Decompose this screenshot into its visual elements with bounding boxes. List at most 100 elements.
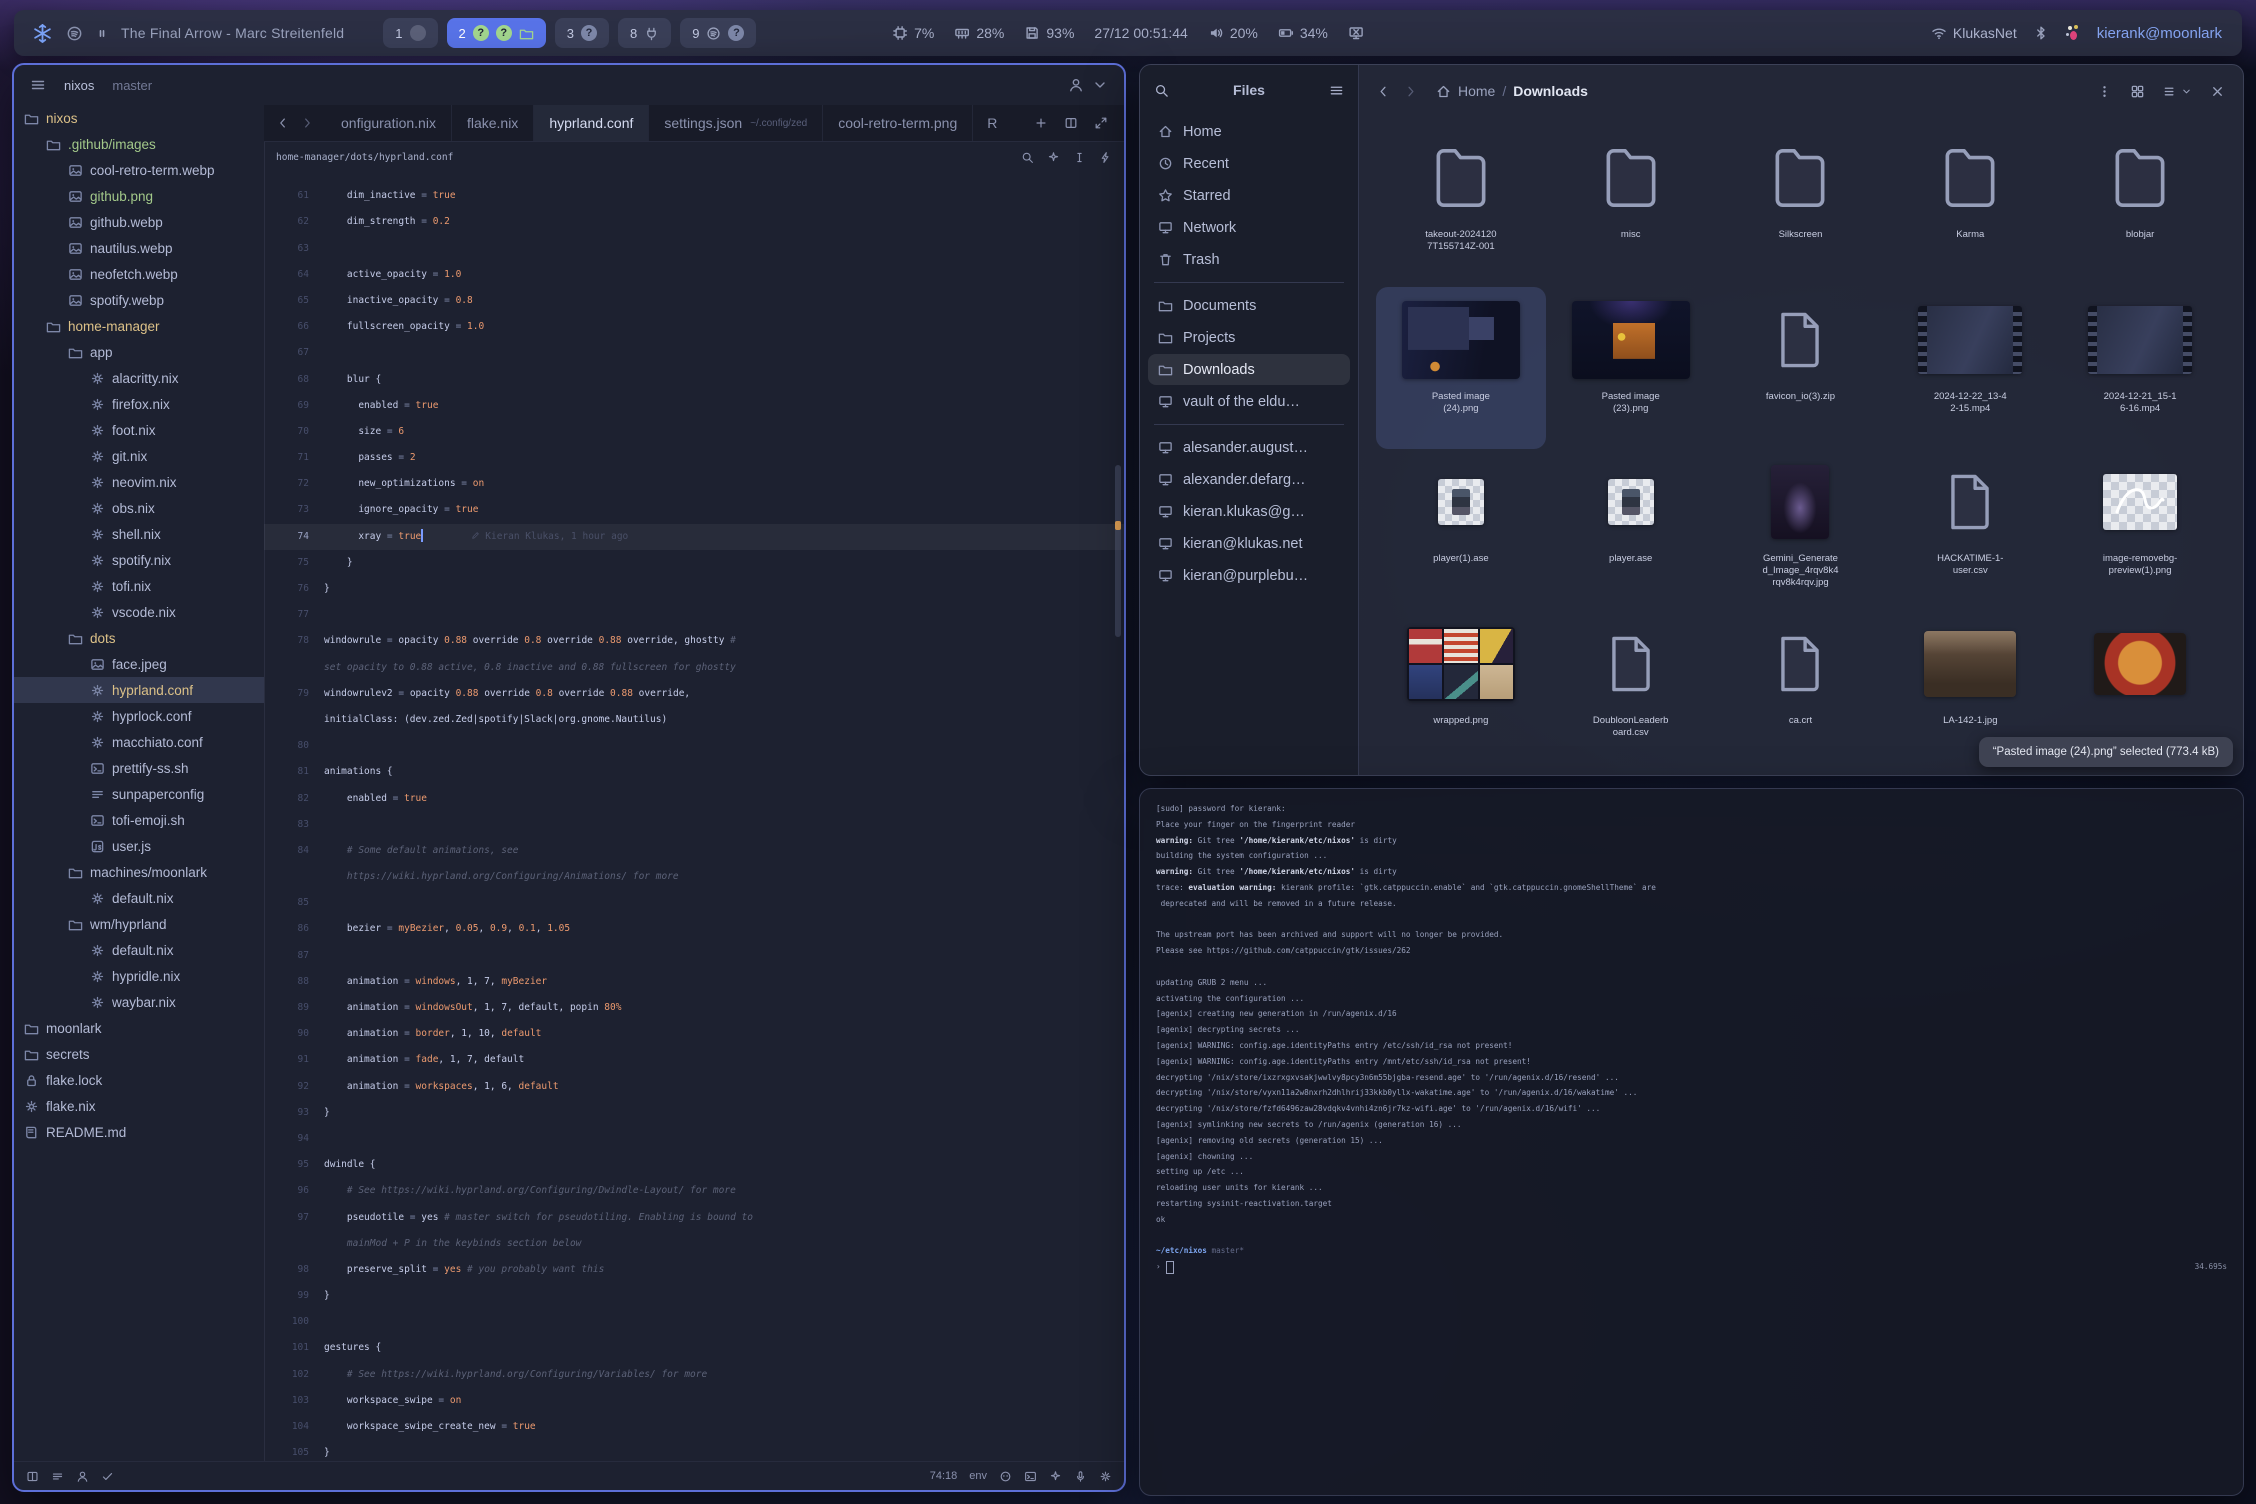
tree-item-readme-md[interactable]: README.md (14, 1119, 264, 1145)
sidebar-item-projects[interactable]: Projects (1148, 322, 1350, 353)
code-line-101[interactable]: 101gestures { (264, 1335, 1124, 1361)
code-line-81[interactable]: 81animations { (264, 759, 1124, 785)
code-line-89[interactable]: 89 animation = windowsOut, 1, 7, default… (264, 995, 1124, 1021)
tree-item-default-nix[interactable]: default.nix (14, 885, 264, 911)
code-line-67[interactable]: 67 (264, 340, 1124, 366)
tab-hyprland-conf[interactable]: hyprland.conf (534, 105, 649, 141)
chevron-down-icon[interactable] (1092, 77, 1108, 93)
tree-item-machines-moonlark[interactable]: machines/moonlark (14, 859, 264, 885)
tree-item-app[interactable]: app (14, 339, 264, 365)
file-item-misc[interactable]: misc (1546, 125, 1716, 287)
sidebar-item-vault-of-the-eldu-[interactable]: vault of the eldu… (1148, 386, 1350, 417)
assistant-icon[interactable] (1047, 151, 1060, 164)
code-line-62[interactable]: 62 dim_strength = 0.2 (264, 209, 1124, 235)
tree-item-tofi-nix[interactable]: tofi.nix (14, 573, 264, 599)
file-item-doubloonleaderb-oard-csv[interactable]: DoubloonLeaderb oard.csv (1546, 611, 1716, 773)
ibeam-icon[interactable] (1073, 151, 1086, 164)
tree-item-foot-nix[interactable]: foot.nix (14, 417, 264, 443)
code-line-98[interactable]: 98 preserve_split = yes # you probably w… (264, 1257, 1124, 1283)
code-editor[interactable]: 6061 dim_inactive = true62 dim_strength … (264, 173, 1124, 1462)
terminal-panel-icon[interactable] (1024, 1470, 1037, 1483)
tree-item-moonlark[interactable]: moonlark (14, 1015, 264, 1041)
sidebar-item-recent[interactable]: Recent (1148, 148, 1350, 179)
workspace-8[interactable]: 8 (618, 18, 671, 48)
sidebar-item-trash[interactable]: Trash (1148, 244, 1350, 275)
code-line-93[interactable]: 93} (264, 1100, 1124, 1126)
outline-panel-icon[interactable] (51, 1470, 64, 1483)
code-line-99[interactable]: 99} (264, 1283, 1124, 1309)
file-item-takeout-2024120-7t155714z-001[interactable]: takeout-2024120 7T155714Z-001 (1376, 125, 1546, 287)
menu-icon[interactable] (30, 77, 46, 93)
sidebar-item-kieran-purplebu-[interactable]: kieran@purplebu… (1148, 560, 1350, 591)
tree-item-dots[interactable]: dots (14, 625, 264, 651)
code-line-80[interactable]: 80 (264, 733, 1124, 759)
file-item-karma[interactable]: Karma (1885, 125, 2055, 287)
project-panel-toggle-icon[interactable] (26, 1470, 39, 1483)
env-label[interactable]: env (969, 1470, 987, 1482)
tab-settings-json[interactable]: settings.json~/.config/zed (649, 105, 823, 141)
mic-icon[interactable] (1074, 1470, 1087, 1483)
tree-item-flake-lock[interactable]: flake.lock (14, 1067, 264, 1093)
zoom-pane-icon[interactable] (1094, 116, 1108, 130)
file-item-pasted-image-24-png[interactable]: Pasted image (24).png (1376, 287, 1546, 449)
code-line-79[interactable]: 79windowrulev2 = opacity 0.88 override 0… (264, 681, 1124, 707)
volume-stat[interactable]: 20% (1208, 25, 1258, 41)
code-line-60[interactable]: 60 (264, 173, 1124, 183)
tree-item-waybar-nix[interactable]: waybar.nix (14, 989, 264, 1015)
tab-onfiguration-nix[interactable]: onfiguration.nix (326, 105, 452, 141)
tree-item-obs-nix[interactable]: obs.nix (14, 495, 264, 521)
code-line-97[interactable]: 97 pseudotile = yes # master switch for … (264, 1205, 1124, 1231)
tree-item-cool-retro-term-webp[interactable]: cool-retro-term.webp (14, 157, 264, 183)
code-line-76[interactable]: 76} (264, 576, 1124, 602)
code-line-82[interactable]: 82 enabled = true (264, 786, 1124, 812)
code-line-87[interactable]: 87 (264, 943, 1124, 969)
code-line-65[interactable]: 65 inactive_opacity = 0.8 (264, 288, 1124, 314)
pause-icon[interactable] (96, 27, 108, 40)
file-item-2024-12-22-13-4-2-15-mp4[interactable]: 2024-12-22_13-4 2-15.mp4 (1885, 287, 2055, 449)
tree-item-flake-nix[interactable]: flake.nix (14, 1093, 264, 1119)
code-line-91[interactable]: 91 animation = fade, 1, 7, default (264, 1047, 1124, 1073)
code-line-63[interactable]: 63 (264, 236, 1124, 262)
code-line-78[interactable]: 78windowrule = opacity 0.88 override 0.8… (264, 628, 1124, 654)
file-item-image-removebg-preview-1-png[interactable]: image-removebg- preview(1).png (2055, 449, 2225, 611)
sidebar-item-starred[interactable]: Starred (1148, 180, 1350, 211)
tree-item-default-nix[interactable]: default.nix (14, 937, 264, 963)
file-item-player-1-ase[interactable]: player(1).ase (1376, 449, 1546, 611)
forward-icon[interactable] (300, 116, 314, 130)
tree-item--github-images[interactable]: .github/images (14, 131, 264, 157)
tab-r[interactable]: R (973, 105, 1005, 141)
file-item-favicon-io-3-zip[interactable]: favicon_io(3).zip (1716, 287, 1886, 449)
sidebar-item-documents[interactable]: Documents (1148, 290, 1350, 321)
file-item-ca-crt[interactable]: ca.crt (1716, 611, 1886, 773)
bluetooth-icon[interactable] (2033, 25, 2049, 41)
code-line-92[interactable]: 92 animation = workspaces, 1, 6, default (264, 1074, 1124, 1100)
file-item-blobjar[interactable]: blobjar (2055, 125, 2225, 287)
more-options-icon[interactable] (2097, 84, 2112, 99)
tree-item-prettify-ss-sh[interactable]: prettify-ss.sh (14, 755, 264, 781)
tab-flake-nix[interactable]: flake.nix (452, 105, 534, 141)
tree-item-macchiato-conf[interactable]: macchiato.conf (14, 729, 264, 755)
network-indicator[interactable]: KlukasNet (1931, 25, 2017, 41)
sidebar-item-alexander-defarg-[interactable]: alexander.defarg… (1148, 464, 1350, 495)
breadcrumb-path[interactable]: home-manager/dots/hyprland.conf (276, 152, 453, 163)
code-line-104[interactable]: 104 workspace_swipe_create_new = true (264, 1414, 1124, 1440)
file-item-pasted-image-23-png[interactable]: Pasted image (23).png (1546, 287, 1716, 449)
tree-item-secrets[interactable]: secrets (14, 1041, 264, 1067)
app-menu-icon[interactable] (1329, 83, 1344, 98)
code-line-86[interactable]: 86 bezier = myBezier, 0.05, 0.9, 0.1, 1.… (264, 916, 1124, 942)
path-current[interactable]: Downloads (1513, 83, 1588, 99)
code-line-72[interactable]: 72 new_optimizations = on (264, 471, 1124, 497)
git-branch-label[interactable]: master (112, 78, 152, 93)
code-line-75[interactable]: 75 } (264, 550, 1124, 576)
tree-item-nixos[interactable]: nixos (14, 105, 264, 131)
file-item-hackatime-1-user-csv[interactable]: HACKATIME-1- user.csv (1885, 449, 2055, 611)
tree-item-hyprlock-conf[interactable]: hyprlock.conf (14, 703, 264, 729)
path-bar[interactable]: Home / Downloads (1436, 83, 1588, 99)
tree-item-vscode-nix[interactable]: vscode.nix (14, 599, 264, 625)
clock[interactable]: 27/12 00:51:44 (1094, 25, 1187, 41)
tree-item-git-nix[interactable]: git.nix (14, 443, 264, 469)
code-line-94[interactable]: 94 (264, 1126, 1124, 1152)
code-line-105[interactable]: 105} (264, 1440, 1124, 1462)
list-view-icon[interactable] (2163, 84, 2178, 99)
code-line-64[interactable]: 64 active_opacity = 1.0 (264, 262, 1124, 288)
